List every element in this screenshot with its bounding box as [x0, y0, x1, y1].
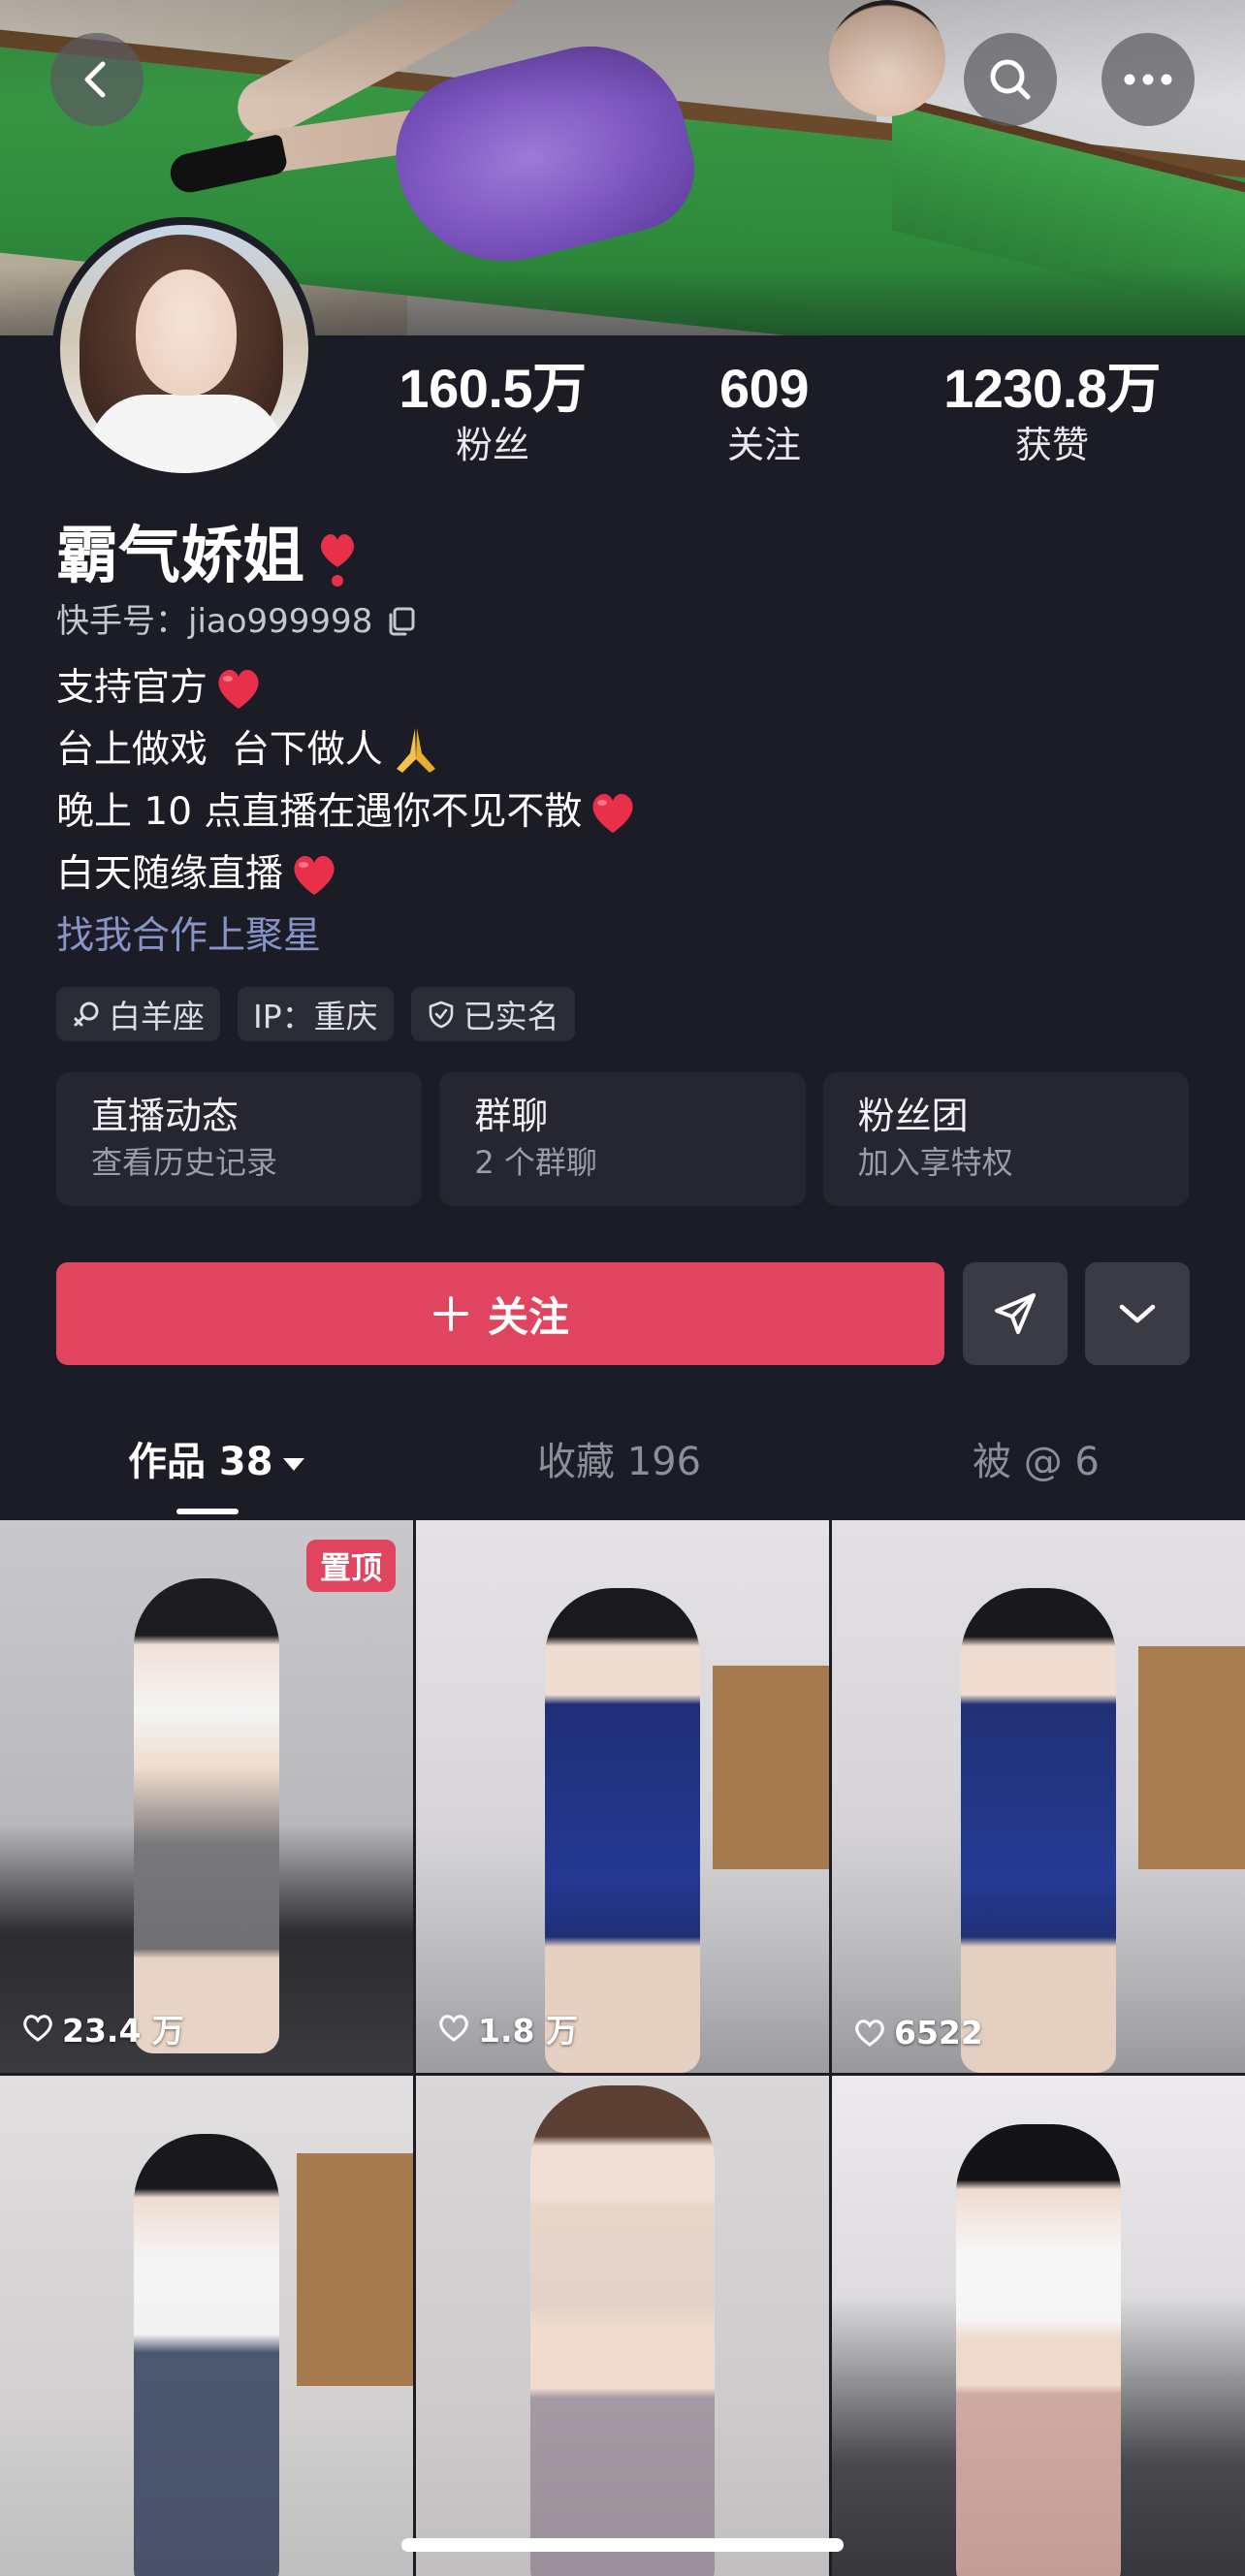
stat-likes[interactable]: 1230.8万 获赞	[926, 357, 1178, 469]
copy-icon[interactable]	[386, 606, 417, 637]
video-likes: 1.8 万	[437, 2005, 578, 2051]
card-live-history[interactable]: 直播动态 查看历史记录	[56, 1072, 423, 1206]
bio-line: 支持官方	[56, 657, 1200, 719]
heart-icon	[218, 669, 259, 709]
heart-outline-icon	[855, 2019, 884, 2047]
video-likes: 23.4 万	[21, 2005, 184, 2051]
video-thumbnail[interactable]	[832, 2076, 1245, 2576]
heart-icon	[320, 533, 355, 587]
follow-button[interactable]: 关注	[56, 1262, 944, 1365]
caret-down-icon	[282, 1457, 304, 1471]
following-count: 609	[719, 358, 809, 419]
followers-count: 160.5万	[399, 358, 587, 419]
share-icon	[995, 1293, 1036, 1334]
heart-outline-icon	[439, 2015, 468, 2042]
stat-following[interactable]: 609 关注	[696, 357, 832, 469]
avatar[interactable]	[52, 217, 316, 481]
bio-line: 白天随缘直播	[56, 843, 1200, 906]
tag-ip: IP：重庆	[238, 987, 394, 1041]
home-indicator[interactable]	[401, 2538, 844, 2552]
back-button[interactable]	[50, 33, 144, 126]
gender-female-icon	[74, 1002, 99, 1027]
content-tabs: 作品 38 收藏 196 被 @ 6	[0, 1425, 1245, 1516]
bio-line: 晚上 10 点直播在遇你不见不散	[56, 781, 1200, 843]
verified-shield-icon	[429, 1001, 453, 1029]
video-thumbnail[interactable]: 置顶 23.4 万	[0, 1520, 413, 2073]
tag-zodiac: 白羊座	[56, 987, 220, 1041]
chevron-down-icon	[1119, 1304, 1156, 1323]
card-fan-club[interactable]: 粉丝团 加入享特权	[822, 1072, 1189, 1206]
video-grid: 置顶 23.4 万 1.8 万 6522	[0, 1520, 1245, 2576]
cooperation-link[interactable]: 找我合作上聚星	[56, 906, 1200, 968]
tab-active-indicator	[176, 1509, 239, 1514]
card-group-chat[interactable]: 群聊 2 个群聊	[439, 1072, 806, 1206]
heart-icon	[294, 855, 335, 895]
pinned-badge: 置顶	[305, 1540, 396, 1592]
likes-count: 1230.8万	[943, 358, 1161, 419]
expand-button[interactable]	[1085, 1262, 1190, 1365]
heart-outline-icon	[23, 2015, 52, 2042]
tab-works[interactable]: 作品 38	[128, 1425, 304, 1499]
kuaishou-id: 快手号：jiao999998	[56, 602, 373, 641]
more-icon	[1124, 74, 1172, 85]
video-thumbnail[interactable]	[0, 2076, 413, 2576]
tab-mentions[interactable]: 被 @ 6	[973, 1425, 1100, 1499]
more-button[interactable]	[1101, 33, 1195, 126]
plus-icon	[432, 1296, 468, 1331]
profile-tags: 白羊座 IP：重庆 已实名	[56, 987, 575, 1041]
stat-followers[interactable]: 160.5万 粉丝	[386, 357, 599, 469]
tag-verified: 已实名	[410, 987, 575, 1041]
name-row: 霸气娇姐	[56, 518, 359, 595]
tab-favorites[interactable]: 收藏 196	[537, 1425, 701, 1499]
heart-icon	[592, 793, 633, 833]
followers-label: 粉丝	[455, 424, 529, 466]
kuaishou-id-row[interactable]: 快手号：jiao999998	[56, 599, 417, 644]
bio-line: 台上做戏 台下做人	[56, 719, 1200, 781]
share-button[interactable]	[963, 1262, 1068, 1365]
display-name: 霸气娇姐	[56, 521, 304, 592]
video-thumbnail[interactable]	[416, 2076, 829, 2576]
prayer-hands-icon	[396, 728, 435, 773]
back-arrow-icon	[84, 61, 106, 98]
likes-label: 获赞	[1014, 424, 1089, 466]
video-thumbnail[interactable]: 6522	[832, 1520, 1245, 2073]
profile-stats: 160.5万 粉丝 609 关注 1230.8万 获赞	[368, 357, 1222, 483]
video-likes: 6522	[853, 2014, 983, 2051]
following-label: 关注	[726, 424, 801, 466]
search-icon	[990, 59, 1031, 100]
bio: 支持官方 台上做戏 台下做人 晚上 10 点直播在遇你不见不散 白天随缘直播 找…	[56, 657, 1200, 968]
video-thumbnail[interactable]: 1.8 万	[416, 1520, 829, 2073]
search-button[interactable]	[964, 33, 1057, 126]
feature-cards: 直播动态 查看历史记录 群聊 2 个群聊 粉丝团 加入享特权	[56, 1072, 1189, 1206]
